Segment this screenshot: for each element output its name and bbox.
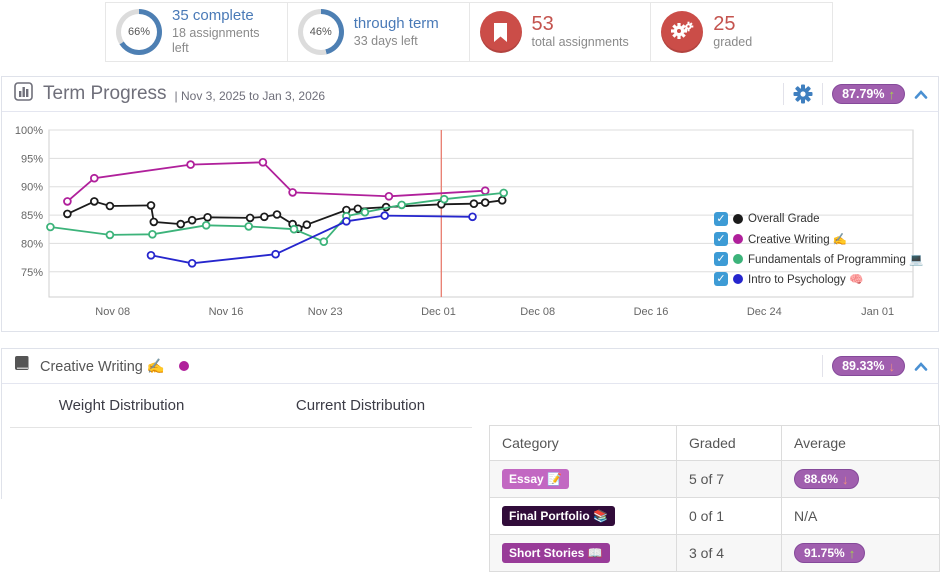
course-grade-badge: 89.33% ↓ bbox=[832, 356, 905, 376]
svg-text:95%: 95% bbox=[21, 153, 43, 165]
book-icon bbox=[14, 355, 30, 377]
graded-cell: 3 of 4 bbox=[677, 535, 782, 572]
average-cell: 91.75%↑ bbox=[782, 535, 940, 572]
divider bbox=[10, 427, 472, 428]
progress-ring-complete: 66% bbox=[116, 9, 162, 55]
gears-icon bbox=[661, 11, 703, 53]
table-row: Short Stories 📖 3 of 4 91.75%↑ bbox=[490, 535, 940, 572]
term-date-range: | Nov 3, 2025 to Jan 3, 2026 bbox=[175, 89, 326, 103]
legend-color-dot bbox=[733, 214, 743, 224]
legend-color-dot bbox=[733, 254, 743, 264]
legend-item-1[interactable]: ✓ Creative Writing ✍️ bbox=[714, 231, 923, 246]
col-header-average: Average bbox=[782, 426, 940, 461]
legend-label: Fundamentals of Programming 💻 bbox=[748, 252, 923, 266]
overall-grade-badge: 87.79% ↑ bbox=[832, 84, 905, 104]
current-distribution-title: Current Distribution bbox=[241, 397, 480, 414]
svg-text:Dec 01: Dec 01 bbox=[421, 306, 456, 318]
weight-distribution-title: Weight Distribution bbox=[2, 397, 241, 414]
stat-label: total assignments bbox=[532, 35, 629, 51]
progress-ring-term: 46% bbox=[298, 9, 344, 55]
legend-label: Intro to Psychology 🧠 bbox=[748, 272, 863, 286]
average-badge: 91.75%↑ bbox=[794, 543, 865, 563]
category-table-panel: Category Graded Average Essay 📝 5 of 7 88.… bbox=[489, 425, 940, 572]
collapse-chevron-icon[interactable] bbox=[914, 90, 928, 99]
stat-card-graded: 25 graded bbox=[651, 3, 832, 61]
svg-text:90%: 90% bbox=[21, 182, 43, 194]
trend-up-icon: ↑ bbox=[889, 88, 896, 101]
svg-text:Nov 08: Nov 08 bbox=[95, 306, 130, 318]
divider bbox=[822, 83, 823, 105]
stats-bar: 66% 35 complete 18 assignments left 46% … bbox=[105, 2, 833, 62]
svg-text:Jan 01: Jan 01 bbox=[861, 306, 894, 318]
section-title: Term Progress bbox=[43, 83, 167, 105]
graded-cell: 0 of 1 bbox=[677, 498, 782, 535]
category-badge: Short Stories 📖 bbox=[502, 543, 610, 563]
table-row: Essay 📝 5 of 7 88.6%↓ bbox=[490, 461, 940, 498]
stat-card-complete: 66% 35 complete 18 assignments left bbox=[106, 3, 288, 61]
stat-card-total-assignments: 53 total assignments bbox=[470, 3, 652, 61]
category-badge: Essay 📝 bbox=[502, 469, 569, 489]
stat-card-through-term: 46% through term 33 days left bbox=[288, 3, 470, 61]
legend-label: Creative Writing ✍️ bbox=[748, 232, 847, 246]
category-badge: Final Portfolio 📚 bbox=[502, 506, 615, 526]
category-table: Category Graded Average Essay 📝 5 of 7 88.… bbox=[489, 425, 940, 572]
svg-text:Dec 08: Dec 08 bbox=[520, 306, 555, 318]
divider bbox=[822, 355, 823, 377]
svg-text:Dec 16: Dec 16 bbox=[634, 306, 669, 318]
legend-color-dot bbox=[733, 234, 743, 244]
collapse-chevron-icon[interactable] bbox=[914, 362, 928, 371]
trend-up-icon: ↑ bbox=[849, 547, 856, 560]
svg-text:Nov 16: Nov 16 bbox=[209, 306, 244, 318]
col-header-graded: Graded bbox=[677, 426, 782, 461]
svg-text:80%: 80% bbox=[21, 238, 43, 250]
legend-item-0[interactable]: ✓ Overall Grade bbox=[714, 211, 923, 226]
bar-chart-icon bbox=[14, 82, 33, 106]
settings-gear-icon[interactable] bbox=[793, 84, 813, 104]
stat-label: graded bbox=[713, 35, 752, 51]
bookmark-icon bbox=[480, 11, 522, 53]
legend-item-2[interactable]: ✓ Fundamentals of Programming 💻 bbox=[714, 251, 923, 266]
divider bbox=[783, 83, 784, 105]
course-body: Weight Distribution Current Distribution… bbox=[2, 384, 938, 498]
svg-text:Nov 23: Nov 23 bbox=[308, 306, 343, 318]
ring-percent-label: 66% bbox=[128, 26, 150, 38]
trend-down-icon: ↓ bbox=[889, 360, 896, 373]
svg-text:85%: 85% bbox=[21, 210, 43, 222]
stat-subtitle: 33 days left bbox=[354, 34, 439, 50]
graded-cell: 5 of 7 bbox=[677, 461, 782, 498]
chart-legend: ✓ Overall Grade ✓ Creative Writing ✍️ ✓ Funda… bbox=[714, 211, 923, 286]
average-cell: N/A bbox=[782, 498, 940, 535]
term-progress-chart: 100% 95% 90% 85% 80% 75% Nov 08 Nov 16 Nov 23 Dec… bbox=[2, 112, 938, 331]
average-text: N/A bbox=[794, 508, 817, 524]
col-header-category: Category bbox=[490, 426, 677, 461]
term-progress-section: Term Progress | Nov 3, 2025 to Jan 3, 20… bbox=[1, 76, 939, 332]
course-section-creative-writing: Creative Writing ✍️ 89.33% ↓ Weight Dist… bbox=[1, 348, 939, 499]
legend-label: Overall Grade bbox=[748, 213, 820, 225]
average-cell: 88.6%↓ bbox=[782, 461, 940, 498]
average-badge: 88.6%↓ bbox=[794, 469, 859, 489]
stat-value: 25 bbox=[713, 13, 752, 35]
svg-text:100%: 100% bbox=[15, 125, 43, 137]
course-header: Creative Writing ✍️ 89.33% ↓ bbox=[2, 349, 938, 384]
stat-title: through term bbox=[354, 15, 439, 34]
trend-down-icon: ↓ bbox=[842, 473, 849, 486]
stat-title: 35 complete bbox=[172, 7, 277, 26]
legend-checkbox[interactable]: ✓ bbox=[714, 252, 728, 266]
term-progress-header: Term Progress | Nov 3, 2025 to Jan 3, 20… bbox=[2, 77, 938, 112]
legend-checkbox[interactable]: ✓ bbox=[714, 232, 728, 246]
legend-checkbox[interactable]: ✓ bbox=[714, 212, 728, 226]
svg-text:75%: 75% bbox=[21, 267, 43, 279]
legend-checkbox[interactable]: ✓ bbox=[714, 272, 728, 286]
table-row: Final Portfolio 📚 0 of 1 N/A bbox=[490, 498, 940, 535]
distribution-panel: Weight Distribution Current Distribution… bbox=[2, 384, 480, 498]
legend-color-dot bbox=[733, 274, 743, 284]
svg-text:Dec 24: Dec 24 bbox=[747, 306, 782, 318]
stat-subtitle: 18 assignments left bbox=[172, 26, 277, 57]
legend-item-3[interactable]: ✓ Intro to Psychology 🧠 bbox=[714, 271, 923, 286]
course-title: Creative Writing ✍️ bbox=[40, 358, 165, 375]
stat-value: 53 bbox=[532, 13, 629, 35]
ring-percent-label: 46% bbox=[310, 26, 332, 38]
course-color-dot bbox=[179, 361, 189, 371]
